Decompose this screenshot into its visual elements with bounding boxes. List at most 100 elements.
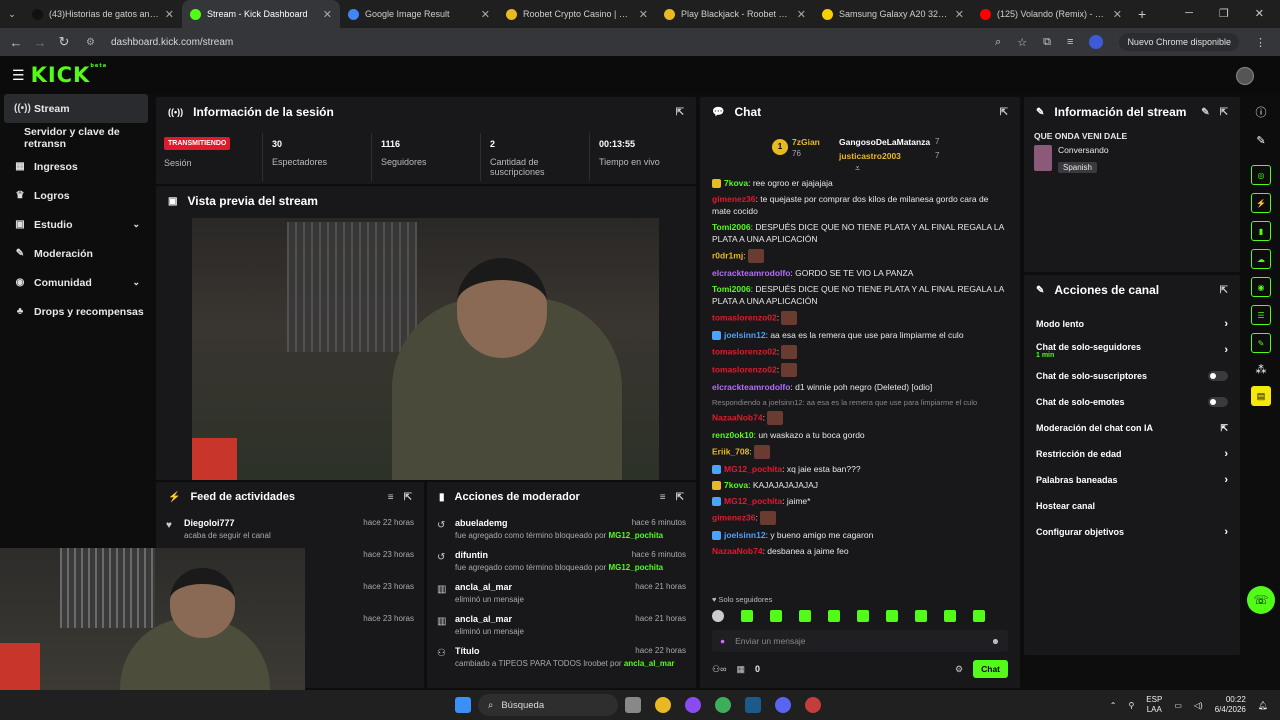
task-view-icon[interactable] <box>625 697 641 713</box>
chevron-down-icon[interactable]: ⩡ <box>855 163 860 174</box>
info-icon[interactable]: ⓘ <box>1242 104 1280 120</box>
close-tab-icon[interactable]: ✕ <box>955 8 964 21</box>
profile-icon[interactable] <box>1089 35 1104 49</box>
channel-action-row[interactable]: Moderación del chat con IA ⇱ <box>1024 415 1240 441</box>
chat-username[interactable]: elcrackteamrodolfo <box>712 268 790 278</box>
close-tab-icon[interactable]: ✕ <box>1113 8 1122 21</box>
chrome-icon[interactable] <box>655 697 671 713</box>
filter-icon[interactable]: ≡ <box>388 492 394 503</box>
gift-icon[interactable]: ▦ <box>736 664 745 675</box>
restore-icon[interactable]: ❐ <box>1219 7 1229 20</box>
browser-tab[interactable]: (125) Volando (Remix) - YouTub ✕ <box>972 0 1130 28</box>
emoji-icon[interactable]: ☻ <box>991 636 1000 646</box>
emote-icon[interactable] <box>857 610 869 622</box>
mod-action-by[interactable]: ancla_al_mar <box>624 659 675 668</box>
chat-username[interactable]: gimenez36 <box>712 194 755 204</box>
menu-icon[interactable]: ⋮ <box>1255 36 1266 49</box>
emote-icon[interactable] <box>741 610 753 622</box>
sidebar-item[interactable]: ✎ Moderación <box>0 239 152 268</box>
channel-action-row[interactable]: Configurar objetivos › <box>1024 519 1240 545</box>
chat-username[interactable]: Eriik_708 <box>712 446 749 456</box>
broadcast-icon[interactable]: ◉ <box>1251 277 1271 297</box>
sidebar-item[interactable]: ◉ Comunidad ⌄ <box>0 268 152 297</box>
browser-tab[interactable]: Play Blackjack - Roobet Crypto ✕ <box>656 0 814 28</box>
category-name[interactable]: Conversando <box>1058 145 1109 155</box>
network-icon[interactable]: ▭ <box>1174 701 1182 710</box>
shield-icon[interactable]: ▮ <box>1251 221 1271 241</box>
support-icon[interactable]: ☏ <box>1247 586 1275 614</box>
forward-icon[interactable]: → <box>28 35 52 50</box>
chat-username[interactable]: r0dr1mj <box>712 250 743 260</box>
toggle-switch[interactable] <box>1208 397 1228 407</box>
hamburger-menu-icon[interactable]: ☰ <box>12 67 25 84</box>
popout-icon[interactable]: ⇱ <box>404 492 412 503</box>
sidebar-item[interactable]: ♛ Logros <box>0 181 152 210</box>
taskbar-search[interactable]: ⌕ Búsqueda <box>478 694 618 716</box>
site-info-icon[interactable]: ⚙ <box>86 37 95 48</box>
channel-action-row[interactable]: Modo lento › <box>1024 311 1240 337</box>
sidebar-item[interactable]: ▦ Ingresos <box>0 152 152 181</box>
points-icon[interactable]: ⚇∞ <box>712 664 726 675</box>
new-tab-button[interactable]: + <box>1138 6 1146 22</box>
bookmark-star-icon[interactable]: ☆ <box>1017 36 1027 49</box>
sidebar-item[interactable]: ((•)) Stream <box>4 94 148 123</box>
chat-send-button[interactable]: Chat <box>973 660 1008 678</box>
popout-icon[interactable]: ⇱ <box>676 107 684 118</box>
sidebar-item[interactable]: Servidor y clave de retransn <box>0 123 152 152</box>
chat-username[interactable]: tomaslorenzo02 <box>712 312 777 322</box>
edit-icon[interactable]: ✎ <box>1201 107 1209 118</box>
pencil-icon[interactable]: ✎ <box>1242 134 1280 147</box>
extensions-icon[interactable]: ⧉ <box>1043 36 1051 49</box>
browser-tab[interactable]: Roobet Crypto Casino | Best Bi ✕ <box>498 0 656 28</box>
close-tab-icon[interactable]: ✕ <box>481 8 490 21</box>
emote-icon[interactable] <box>770 610 782 622</box>
chevron-down-icon[interactable]: ⌄ <box>132 219 140 230</box>
chat-username[interactable]: elcrackteamrodolfo <box>712 382 790 392</box>
emote-icon[interactable] <box>944 610 956 622</box>
browser-tab[interactable]: Stream - Kick Dashboard ✕ <box>182 0 340 28</box>
channel-action-row[interactable]: Restricción de edad › <box>1024 441 1240 467</box>
toggle-switch[interactable] <box>1208 371 1228 381</box>
clapper-icon[interactable]: ▤ <box>1251 386 1271 406</box>
chat-icon[interactable]: ☁ <box>1251 249 1271 269</box>
chat-leaderboard[interactable]: 1 7zGian 76 GangosoDeLaMatanza 7 justica… <box>700 127 1020 175</box>
close-window-icon[interactable]: ✕ <box>1255 7 1264 20</box>
discord-icon[interactable] <box>775 697 791 713</box>
chat-username[interactable]: tomaslorenzo02 <box>712 346 777 356</box>
close-tab-icon[interactable]: ✕ <box>639 8 648 21</box>
camera-icon[interactable]: ◎ <box>1251 165 1271 185</box>
channel-action-row[interactable]: Chat de solo-suscriptores <box>1024 363 1240 389</box>
chevron-up-icon[interactable]: ⌃ <box>1110 701 1117 710</box>
mic-icon[interactable]: ⚲ <box>1128 701 1134 710</box>
chat-username[interactable]: 7kova <box>724 178 748 188</box>
chat-username[interactable]: tomaslorenzo02 <box>712 364 777 374</box>
close-tab-icon[interactable]: ✕ <box>323 8 332 21</box>
popout-icon[interactable]: ⇱ <box>1220 107 1228 118</box>
emote-icon[interactable] <box>799 610 811 622</box>
windows-start-icon[interactable] <box>455 697 471 713</box>
chat-username[interactable]: joelsinn12 <box>724 330 766 340</box>
chrome-icon[interactable] <box>715 697 731 713</box>
filter-icon[interactable]: ≡ <box>660 492 666 503</box>
channel-action-row[interactable]: Chat de solo-emotes <box>1024 389 1240 415</box>
chevron-down-icon[interactable]: ⌄ <box>132 277 140 288</box>
tab-list-icon[interactable]: ⌄ <box>0 9 24 20</box>
back-icon[interactable]: ← <box>4 35 28 50</box>
chat-username[interactable]: Tomi2006 <box>712 284 751 294</box>
chrome-update-button[interactable]: Nuevo Chrome disponible <box>1119 33 1239 51</box>
reload-icon[interactable]: ↻ <box>52 34 76 50</box>
popout-icon[interactable]: ⇱ <box>676 492 684 503</box>
sidebar-item[interactable]: ♣ Drops y recompensas <box>0 297 152 326</box>
clock[interactable]: 00:22 6/4/2026 <box>1215 695 1246 715</box>
steam-icon[interactable] <box>745 697 761 713</box>
chat-username[interactable]: Tomi2006 <box>712 222 751 232</box>
mod-action-by[interactable]: MG12_pochita <box>608 563 663 572</box>
emote-icon[interactable] <box>712 610 724 622</box>
chat-username[interactable]: gimenez36 <box>712 512 755 522</box>
chat-username[interactable]: MG12_pochita <box>724 464 782 474</box>
emote-icon[interactable] <box>886 610 898 622</box>
browser-tab[interactable]: (43)Historias de gatos animado ✕ <box>24 0 182 28</box>
chat-username[interactable]: NazaaNob74 <box>712 546 763 556</box>
language-indicator[interactable]: ESP LAA <box>1146 695 1162 715</box>
chat-username[interactable]: joelsinn12 <box>724 530 766 540</box>
